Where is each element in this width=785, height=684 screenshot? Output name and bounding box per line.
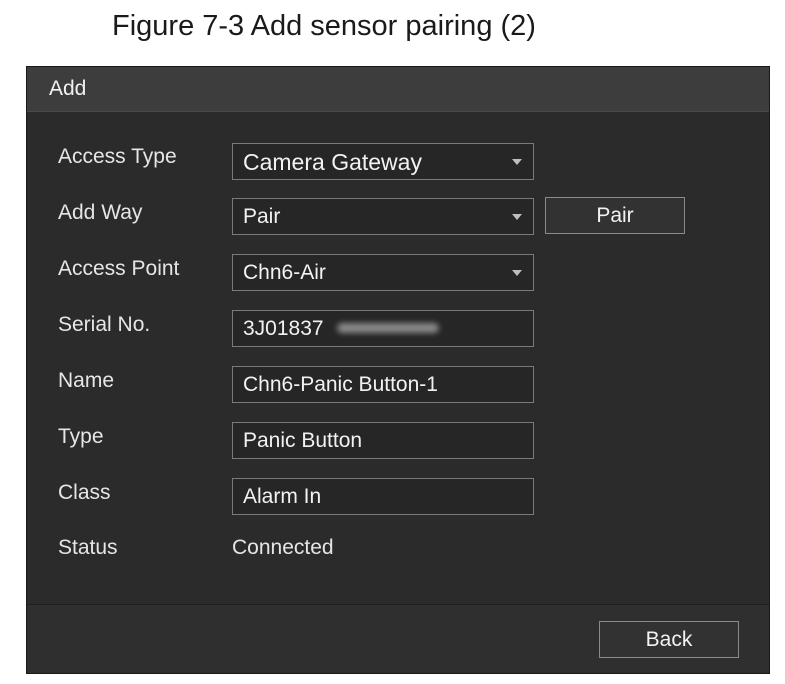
pair-button[interactable]: Pair: [545, 197, 685, 234]
class-field[interactable]: Alarm In: [232, 478, 534, 515]
chevron-down-icon: [512, 214, 522, 220]
access-type-value: Camera Gateway: [243, 149, 422, 175]
access-point-value: Chn6-Air: [243, 261, 326, 284]
status-label: Status: [58, 536, 118, 559]
access-type-label: Access Type: [58, 145, 177, 168]
chevron-down-icon: [512, 159, 522, 165]
back-button[interactable]: Back: [599, 621, 739, 658]
class-value: Alarm In: [243, 485, 322, 508]
access-point-label: Access Point: [58, 257, 180, 280]
redacted-serial-blur: [337, 323, 439, 333]
dialog-header: Add: [27, 67, 769, 112]
add-way-select[interactable]: Pair: [232, 198, 534, 235]
name-label: Name: [58, 369, 115, 392]
name-field[interactable]: Chn6-Panic Button-1: [232, 366, 534, 403]
add-way-value: Pair: [243, 205, 281, 228]
add-dialog: Add Access Type Camera Gateway Add Way P…: [26, 66, 770, 674]
add-way-label: Add Way: [58, 201, 143, 224]
class-label: Class: [58, 481, 111, 504]
chevron-down-icon: [512, 270, 522, 276]
dialog-title: Add: [49, 77, 87, 100]
serial-no-label: Serial No.: [58, 313, 151, 336]
type-field[interactable]: Panic Button: [232, 422, 534, 459]
access-type-select[interactable]: Camera Gateway: [232, 143, 534, 180]
type-label: Type: [58, 425, 104, 448]
serial-no-field[interactable]: 3J01837: [232, 310, 534, 347]
figure-caption: Figure 7-3 Add sensor pairing (2): [112, 10, 536, 42]
status-value: Connected: [232, 536, 334, 559]
type-value: Panic Button: [243, 429, 363, 452]
serial-no-value: 3J01837: [243, 317, 324, 340]
page: Figure 7-3 Add sensor pairing (2) Add Ac…: [0, 0, 785, 684]
name-value: Chn6-Panic Button-1: [243, 373, 438, 396]
access-point-select[interactable]: Chn6-Air: [232, 254, 534, 291]
dialog-footer: Back: [27, 605, 769, 673]
